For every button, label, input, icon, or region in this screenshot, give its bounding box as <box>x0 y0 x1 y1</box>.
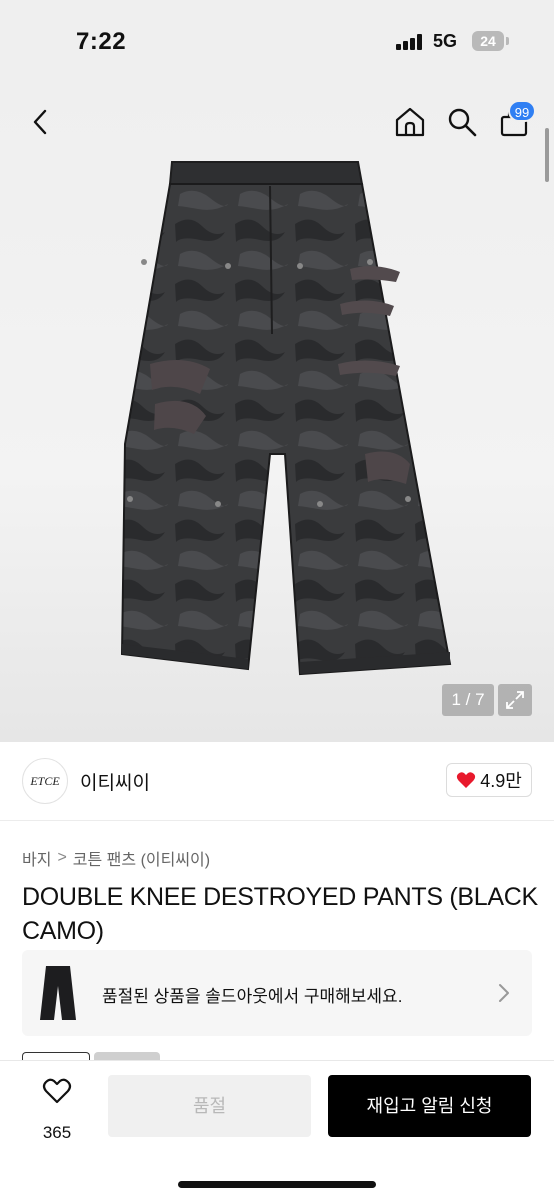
tab-peek-active[interactable] <box>22 1052 90 1060</box>
network-label: 5G <box>433 31 458 51</box>
breadcrumb: 바지 > 코튼 팬츠 (이티씨이) <box>22 846 210 870</box>
soldout-button: 품절 <box>108 1075 311 1137</box>
status-time: 7:22 <box>76 28 127 55</box>
battery-tip <box>506 37 509 45</box>
heart-icon <box>457 772 476 788</box>
back-chevron-icon <box>33 109 47 135</box>
brand-logo[interactable]: ETCE <box>22 758 68 804</box>
soldout-banner[interactable]: 품절된 상품을 솔드아웃에서 구매해보세요. <box>22 950 532 1036</box>
divider <box>0 820 554 821</box>
brand-like-button[interactable]: 4.9만 <box>446 763 532 797</box>
wishlist-button[interactable]: 365 <box>26 1075 88 1142</box>
status-bar: 7:22 5G 24 <box>0 0 554 84</box>
image-counter: 1 / 7 <box>442 684 494 716</box>
search-button[interactable] <box>440 100 484 144</box>
soldout-banner-text: 품절된 상품을 솔드아웃에서 구매해보세요. <box>102 987 403 1006</box>
breadcrumb-category[interactable]: 바지 <box>22 846 51 870</box>
heart-outline-icon <box>42 1078 72 1104</box>
breadcrumb-separator: > <box>57 849 67 866</box>
search-icon <box>448 108 477 137</box>
brand-name[interactable]: 이티씨이 <box>80 768 150 795</box>
product-image <box>120 161 452 676</box>
home-button[interactable] <box>388 100 432 144</box>
breadcrumb-subcategory[interactable]: 코튼 팬츠 (이티씨이) <box>73 846 210 870</box>
restock-alert-button[interactable]: 재입고 알림 신청 <box>328 1075 531 1137</box>
brand-like-count: 4.9만 <box>480 771 522 791</box>
back-button[interactable] <box>20 102 60 142</box>
product-image-gallery[interactable]: 1 / 7 <box>0 84 554 742</box>
wishlist-count: 365 <box>42 1123 72 1142</box>
signal-icon <box>396 34 426 50</box>
expand-icon <box>506 691 524 709</box>
cart-count-badge: 99 <box>508 100 536 122</box>
tab-peek-inactive[interactable] <box>94 1052 160 1060</box>
home-icon <box>395 107 425 137</box>
bottom-action-bar: 365 품절 재입고 알림 신청 <box>0 1060 554 1200</box>
expand-image-button[interactable] <box>498 684 532 716</box>
home-indicator[interactable] <box>178 1181 376 1188</box>
banner-product-thumbnail <box>40 966 76 1020</box>
battery-icon: 24 <box>472 31 504 51</box>
chevron-right-icon <box>499 984 509 1002</box>
product-title: DOUBLE KNEE DESTROYED PANTS (BLACK CAMO) <box>22 883 538 945</box>
scrollbar[interactable] <box>545 128 549 182</box>
